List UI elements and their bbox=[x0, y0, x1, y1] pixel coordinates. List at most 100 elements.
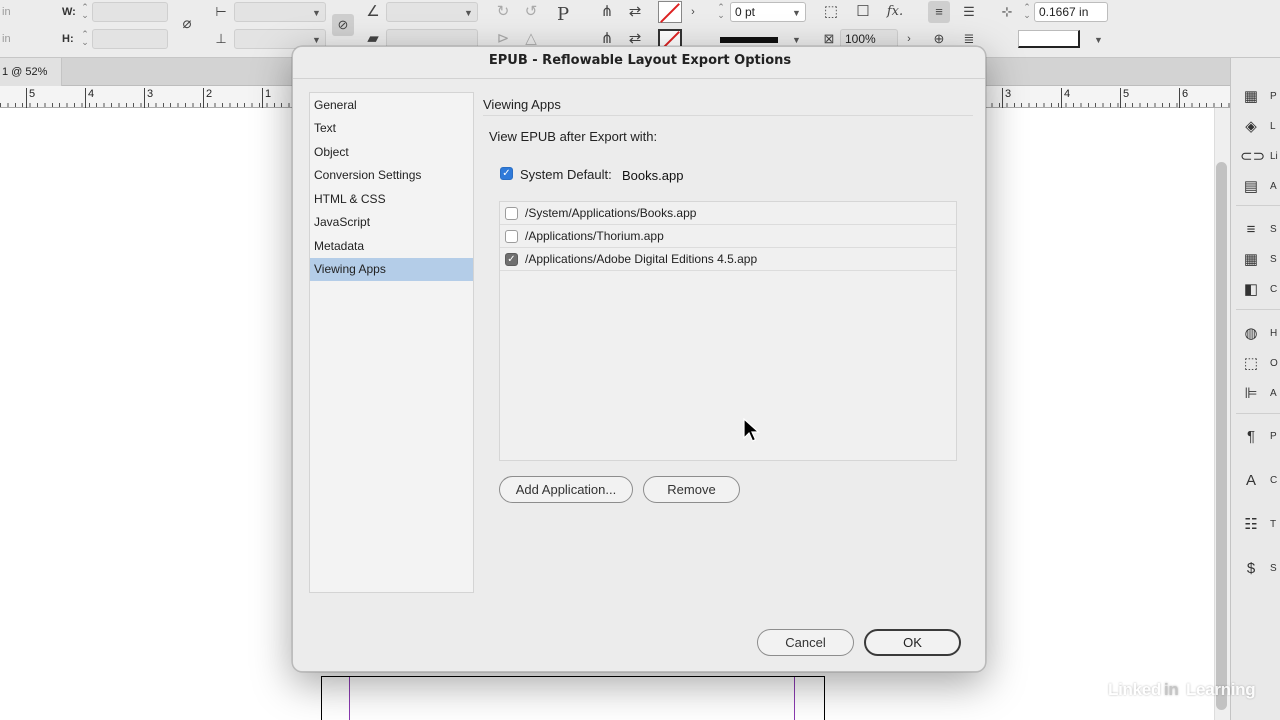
list-item[interactable]: ✓ /Applications/Adobe Digital Editions 4… bbox=[500, 248, 956, 271]
cc-libraries-icon: ◧ bbox=[1243, 281, 1259, 298]
content-frame-icon[interactable]: ⬚ bbox=[820, 1, 842, 23]
panel-hyperlinks[interactable]: ◍ H bbox=[1240, 323, 1280, 343]
page-edge bbox=[321, 676, 322, 720]
height-label: H: bbox=[62, 33, 74, 45]
app-checkbox[interactable]: ✓ bbox=[505, 253, 518, 266]
page-edge bbox=[824, 676, 825, 720]
stroke-type-dropdown-icon[interactable]: ▼ bbox=[792, 35, 801, 45]
nav-item-general[interactable]: General bbox=[310, 94, 473, 117]
panel-separator bbox=[1236, 413, 1280, 414]
pages-icon: ▦ bbox=[1243, 88, 1259, 105]
panel-swatches[interactable]: ▦ S bbox=[1240, 249, 1280, 269]
layers-icon: ◈ bbox=[1245, 118, 1257, 135]
panel-links[interactable]: ⊂⊃ Li bbox=[1240, 146, 1280, 166]
viewing-apps-list: /System/Applications/Books.app /Applicat… bbox=[499, 201, 957, 461]
width-label: W: bbox=[62, 6, 76, 18]
stroke-weight-stepper[interactable]: ⌃ ⌄ bbox=[716, 3, 726, 20]
panel-pages[interactable]: ▦ P bbox=[1240, 86, 1280, 106]
panel-articles[interactable]: ▤ A bbox=[1240, 176, 1280, 196]
select-container-icon[interactable]: ⋔ bbox=[596, 1, 618, 23]
y-unit-text: in bbox=[2, 33, 11, 45]
app-checkbox[interactable] bbox=[505, 207, 518, 220]
panel-stock[interactable]: $ S bbox=[1240, 558, 1280, 578]
options-nav-list: General Text Object Conversion Settings … bbox=[309, 92, 474, 593]
panel-layers[interactable]: ◈ L bbox=[1240, 116, 1280, 136]
rotate-cw-icon[interactable]: ↻ bbox=[492, 1, 514, 23]
panel-stroke[interactable]: ≡ S bbox=[1240, 219, 1280, 239]
ruler-label: 1 bbox=[262, 88, 271, 108]
ruler-label: 4 bbox=[85, 88, 94, 108]
ruler-label: 5 bbox=[26, 88, 35, 108]
shear-dropdown-icon[interactable]: ▼ bbox=[312, 35, 321, 45]
ruler-label: 5 bbox=[1120, 88, 1129, 108]
frame-icon[interactable]: ☐ bbox=[852, 1, 874, 23]
table-icon: ☷ bbox=[1244, 516, 1258, 533]
object-styles-icon: ⬚ bbox=[1243, 355, 1259, 372]
rotation-dropdown-icon[interactable]: ▼ bbox=[312, 8, 321, 18]
rotate-ccw-icon[interactable]: ↺ bbox=[520, 1, 542, 23]
epub-export-dialog: EPUB - Reflowable Layout Export Options … bbox=[292, 46, 986, 672]
stroke-type-preview[interactable] bbox=[720, 37, 778, 43]
nav-item-javascript[interactable]: JavaScript bbox=[310, 211, 473, 234]
panel-character-styles[interactable]: AC bbox=[1240, 470, 1280, 490]
list-item[interactable]: /Applications/Thorium.app bbox=[500, 225, 956, 248]
select-content-icon[interactable]: ⇄ bbox=[624, 1, 646, 23]
nav-item-viewing-apps[interactable]: Viewing Apps bbox=[310, 258, 473, 281]
fx-icon[interactable]: fx. bbox=[884, 1, 906, 23]
width-field[interactable] bbox=[92, 2, 168, 22]
text-frame-p-icon[interactable]: P bbox=[552, 4, 574, 26]
paragraph-styles-icon: ¶ bbox=[1246, 427, 1256, 445]
link-icon[interactable]: ⊘ bbox=[332, 14, 354, 36]
fill-swatch[interactable] bbox=[658, 1, 682, 23]
panel-object-styles[interactable]: ⬚ O bbox=[1240, 353, 1280, 373]
panel-paragraph-styles[interactable]: ¶ P bbox=[1240, 426, 1280, 446]
nav-item-object[interactable]: Object bbox=[310, 141, 473, 164]
cancel-button[interactable]: Cancel bbox=[757, 629, 854, 656]
stock-icon: $ bbox=[1246, 559, 1256, 577]
view-after-export-label: View EPUB after Export with: bbox=[489, 129, 658, 144]
title-separator bbox=[293, 78, 985, 79]
dialog-title: EPUB - Reflowable Layout Export Options bbox=[488, 53, 792, 68]
character-styles-icon: A bbox=[1245, 471, 1256, 489]
angle-dropdown-icon[interactable]: ▼ bbox=[464, 8, 473, 18]
linkedin-learning-watermark: Linked in Learning bbox=[1108, 680, 1256, 700]
app-path: /Applications/Adobe Digital Editions 4.5… bbox=[525, 252, 758, 266]
inset-stepper[interactable]: ⌃ ⌄ bbox=[1022, 3, 1032, 20]
scrollbar-thumb[interactable] bbox=[1216, 162, 1227, 710]
panel-align[interactable]: ⊫ A bbox=[1240, 383, 1280, 403]
nav-item-metadata[interactable]: Metadata bbox=[310, 235, 473, 258]
height-stepper[interactable]: ⌃ ⌄ bbox=[80, 30, 90, 47]
remove-button[interactable]: Remove bbox=[643, 476, 740, 503]
align-text-justify-icon[interactable]: ☰ bbox=[958, 1, 980, 23]
system-default-checkbox[interactable]: ✓ bbox=[500, 167, 513, 180]
stroke-icon: ≡ bbox=[1246, 220, 1256, 238]
nav-item-html-css[interactable]: HTML & CSS bbox=[310, 188, 473, 211]
article-icon: ▤ bbox=[1243, 178, 1259, 195]
inset-field[interactable]: 0.1667 in bbox=[1034, 2, 1108, 22]
stroke-weight-dropdown-icon[interactable]: ▼ bbox=[792, 8, 801, 18]
frame-border-preview[interactable] bbox=[1018, 30, 1080, 48]
constrain-proportions-icon[interactable]: ⌀ bbox=[176, 13, 198, 35]
fill-dropdown-icon[interactable]: › bbox=[682, 1, 704, 23]
document-tab[interactable]: 1 @ 52% bbox=[0, 58, 62, 86]
angle-icon: ∠ bbox=[366, 3, 380, 20]
page-top-edge bbox=[321, 676, 825, 677]
width-stepper[interactable]: ⌃ ⌄ bbox=[80, 3, 90, 20]
rotate-field-icon: ⊢ bbox=[215, 4, 227, 19]
nav-item-text[interactable]: Text bbox=[310, 117, 473, 140]
list-item[interactable]: /System/Applications/Books.app bbox=[500, 202, 956, 225]
ruler-label: 6 bbox=[1179, 88, 1188, 108]
panel-table[interactable]: ☷ T bbox=[1240, 514, 1280, 534]
panel-cc-libraries[interactable]: ◧ C bbox=[1240, 279, 1280, 299]
height-field[interactable] bbox=[92, 29, 168, 49]
nav-item-conversion-settings[interactable]: Conversion Settings bbox=[310, 164, 473, 187]
ruler-label: 3 bbox=[1002, 88, 1011, 108]
x-unit-text: in bbox=[2, 6, 11, 18]
app-checkbox[interactable] bbox=[505, 230, 518, 243]
section-divider bbox=[483, 115, 973, 116]
system-default-label: System Default: bbox=[520, 167, 612, 182]
ok-button[interactable]: OK bbox=[864, 629, 961, 656]
align-text-center-icon[interactable]: ≡ bbox=[928, 1, 950, 23]
frame-border-dropdown-icon[interactable]: ▼ bbox=[1094, 35, 1103, 45]
add-application-button[interactable]: Add Application... bbox=[499, 476, 633, 503]
